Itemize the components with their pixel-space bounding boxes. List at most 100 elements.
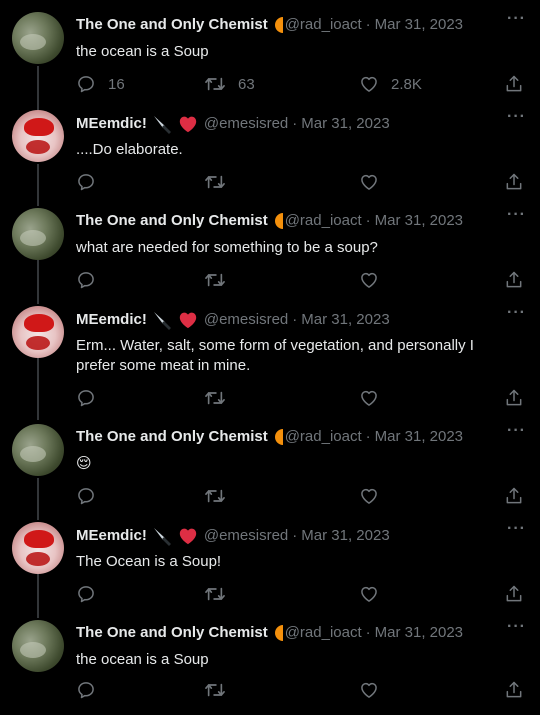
tweet-header: The One and Only Chemist @rad_ioact · Ma… <box>76 624 463 642</box>
share-icon <box>504 486 524 506</box>
share-button[interactable] <box>504 74 524 94</box>
author-handle[interactable]: @rad_ioact <box>285 16 362 34</box>
separator-dot: · <box>365 16 371 33</box>
avatar[interactable] <box>12 620 64 672</box>
share-button[interactable] <box>504 388 524 408</box>
tweet[interactable]: MEemdic! @emesisred · Mar 31, 2023 ··· T… <box>0 510 540 608</box>
reply-icon <box>76 74 96 94</box>
retweet-count: 63 <box>238 75 255 93</box>
more-icon[interactable]: ··· <box>507 618 526 636</box>
avatar[interactable] <box>12 110 64 162</box>
tweet-header: MEemdic! @emesisred · Mar 31, 2023 <box>76 310 390 330</box>
like-button[interactable] <box>359 680 379 700</box>
retweet-icon <box>204 680 226 700</box>
tweet-date[interactable]: Mar 31, 2023 <box>375 16 463 34</box>
retweet-button[interactable] <box>204 486 226 506</box>
like-button[interactable] <box>359 172 379 192</box>
tweet[interactable]: MEemdic! @emesisred · Mar 31, 2023 ··· .… <box>0 98 540 196</box>
more-icon[interactable]: ··· <box>507 10 526 28</box>
tweet-actions <box>76 388 526 410</box>
tweet-header: MEemdic! @emesisred · Mar 31, 2023 <box>76 526 390 546</box>
like-button[interactable]: 2.8K <box>359 74 422 94</box>
like-button[interactable] <box>359 584 379 604</box>
share-icon <box>504 74 524 94</box>
tweet-date[interactable]: Mar 31, 2023 <box>301 311 389 329</box>
more-icon[interactable]: ··· <box>507 422 526 440</box>
tweet-date[interactable]: Mar 31, 2023 <box>301 527 389 545</box>
more-icon[interactable]: ··· <box>507 108 526 126</box>
author-name[interactable]: The One and Only Chemist <box>76 624 268 642</box>
reply-button[interactable] <box>76 680 96 700</box>
share-button[interactable] <box>504 172 524 192</box>
reply-button[interactable] <box>76 388 96 408</box>
reply-icon <box>76 584 96 604</box>
retweet-button[interactable]: 63 <box>204 74 255 94</box>
reply-button[interactable] <box>76 270 96 290</box>
more-icon[interactable]: ··· <box>507 304 526 322</box>
share-icon <box>504 172 524 192</box>
author-name[interactable]: The One and Only Chemist <box>76 16 268 34</box>
avatar[interactable] <box>12 12 64 64</box>
author-handle[interactable]: @emesisred <box>204 527 288 545</box>
author-name[interactable]: The One and Only Chemist <box>76 428 268 446</box>
avatar[interactable] <box>12 424 64 476</box>
tweet-date[interactable]: Mar 31, 2023 <box>375 624 463 642</box>
like-button[interactable] <box>359 388 379 408</box>
retweet-icon <box>204 388 226 408</box>
tweet-text: The Ocean is a Soup! <box>76 553 222 570</box>
tweet-actions <box>76 270 526 292</box>
tweet-date[interactable]: Mar 31, 2023 <box>375 428 463 446</box>
retweet-button[interactable] <box>204 584 226 604</box>
like-icon <box>359 388 379 408</box>
tweet-actions <box>76 172 526 194</box>
author-handle[interactable]: @rad_ioact <box>285 624 362 642</box>
more-icon[interactable]: ··· <box>507 520 526 538</box>
like-count: 2.8K <box>391 75 422 93</box>
author-handle[interactable]: @rad_ioact <box>285 212 362 230</box>
avatar[interactable] <box>12 522 64 574</box>
retweet-button[interactable] <box>204 270 226 290</box>
like-button[interactable] <box>359 270 379 290</box>
reply-icon <box>76 680 96 700</box>
knife-icon <box>152 310 174 330</box>
share-icon <box>504 680 524 700</box>
tweet[interactable]: The One and Only Chemist @rad_ioact · Ma… <box>0 0 540 110</box>
separator-dot: · <box>365 624 371 641</box>
tweet[interactable]: The One and Only Chemist @rad_ioact · Ma… <box>0 196 540 294</box>
more-icon[interactable]: ··· <box>507 206 526 224</box>
tweet-text: 😌 <box>76 455 92 472</box>
author-handle[interactable]: @rad_ioact <box>285 428 362 446</box>
author-handle[interactable]: @emesisred <box>204 115 288 133</box>
like-button[interactable] <box>359 486 379 506</box>
retweet-button[interactable] <box>204 680 226 700</box>
like-icon <box>359 172 379 192</box>
share-button[interactable] <box>504 486 524 506</box>
share-button[interactable] <box>504 680 524 700</box>
author-name[interactable]: MEemdic! <box>76 527 147 545</box>
share-button[interactable] <box>504 584 524 604</box>
share-button[interactable] <box>504 270 524 290</box>
share-icon <box>504 388 524 408</box>
avatar[interactable] <box>12 208 64 260</box>
tweet[interactable]: The One and Only Chemist @rad_ioact · Ma… <box>0 608 540 715</box>
reply-button[interactable] <box>76 584 96 604</box>
radioactive-half-circle-icon <box>273 17 283 33</box>
tweet-header: MEemdic! @emesisred · Mar 31, 2023 <box>76 114 390 134</box>
author-handle[interactable]: @emesisred <box>204 311 288 329</box>
author-name[interactable]: MEemdic! <box>76 115 147 133</box>
avatar[interactable] <box>12 306 64 358</box>
tweet[interactable]: MEemdic! @emesisred · Mar 31, 2023 ··· E… <box>0 294 540 412</box>
reply-button[interactable]: 16 <box>76 74 125 94</box>
reply-button[interactable] <box>76 172 96 192</box>
tweet-date[interactable]: Mar 31, 2023 <box>375 212 463 230</box>
share-icon <box>504 270 524 290</box>
retweet-button[interactable] <box>204 172 226 192</box>
author-name[interactable]: MEemdic! <box>76 311 147 329</box>
author-name[interactable]: The One and Only Chemist <box>76 212 268 230</box>
tweet-header: The One and Only Chemist @rad_ioact · Ma… <box>76 212 463 230</box>
separator-dot: · <box>365 212 371 229</box>
retweet-button[interactable] <box>204 388 226 408</box>
tweet[interactable]: The One and Only Chemist @rad_ioact · Ma… <box>0 412 540 510</box>
reply-button[interactable] <box>76 486 96 506</box>
tweet-date[interactable]: Mar 31, 2023 <box>301 115 389 133</box>
